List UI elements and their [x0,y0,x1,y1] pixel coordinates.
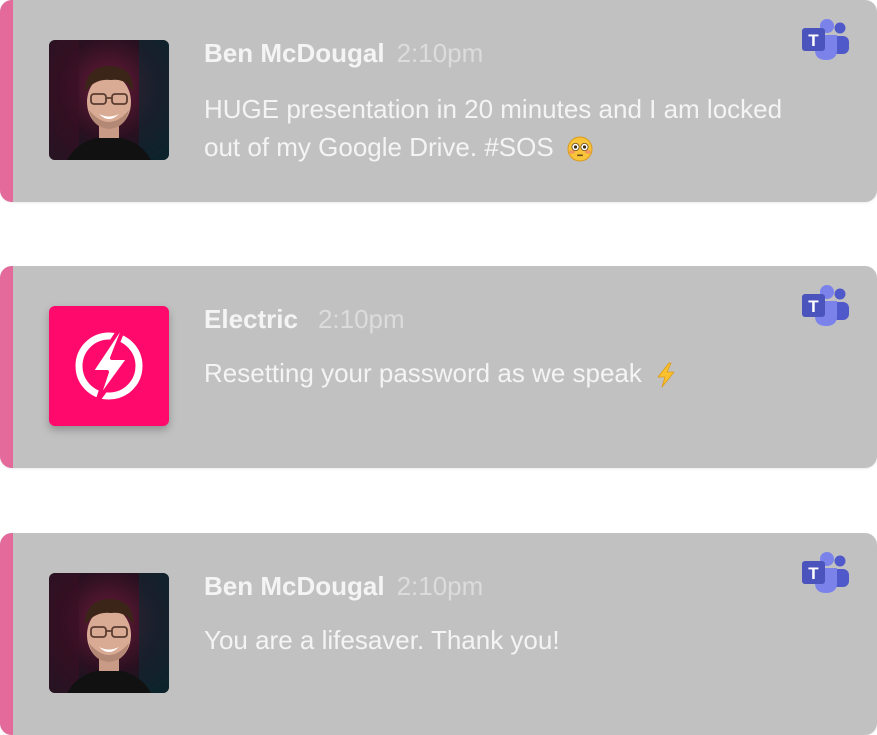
message-text: Resetting your password as we speak [204,358,642,388]
accent-bar [0,0,13,202]
message-text-block: Resetting your password as we speak [204,354,814,392]
sender-line: Ben McDougal 2:10pm [204,571,483,602]
message-card[interactable]: Electric 2:10pm Resetting your password a… [0,266,877,468]
electric-logo-icon [75,328,143,404]
microsoft-teams-icon [801,284,851,328]
lightning-emoji-icon [657,362,675,388]
microsoft-teams-icon [801,18,851,62]
sender-line: Electric 2:10pm [204,304,405,335]
message-text: HUGE presentation in 20 minutes and I am… [204,94,783,162]
sender-name[interactable]: Ben McDougal [204,38,385,68]
accent-bar [0,533,13,735]
message-time: 2:10pm [396,38,484,68]
message-card[interactable]: Ben McDougal 2:10pm You are a lifesaver. … [0,533,877,735]
message-text-block: HUGE presentation in 20 minutes and I am… [204,90,814,166]
avatar[interactable] [49,573,169,693]
accent-bar [0,266,13,468]
message-time: 2:10pm [396,571,484,601]
message-time: 2:10pm [317,304,405,334]
person-photo-icon [49,573,169,693]
person-photo-icon [49,40,169,160]
sender-line: Ben McDougal 2:10pm [204,38,483,69]
flushed-face-emoji-icon [567,136,593,162]
sender-name[interactable]: Ben McDougal [204,571,385,601]
message-text-block: You are a lifesaver. Thank you! [204,621,814,659]
message-text: You are a lifesaver. Thank you! [204,625,560,655]
microsoft-teams-icon [801,551,851,595]
avatar[interactable] [49,40,169,160]
sender-name[interactable]: Electric [204,304,298,334]
message-card[interactable]: Ben McDougal 2:10pm HUGE presentation in … [0,0,877,202]
avatar[interactable] [49,306,169,426]
